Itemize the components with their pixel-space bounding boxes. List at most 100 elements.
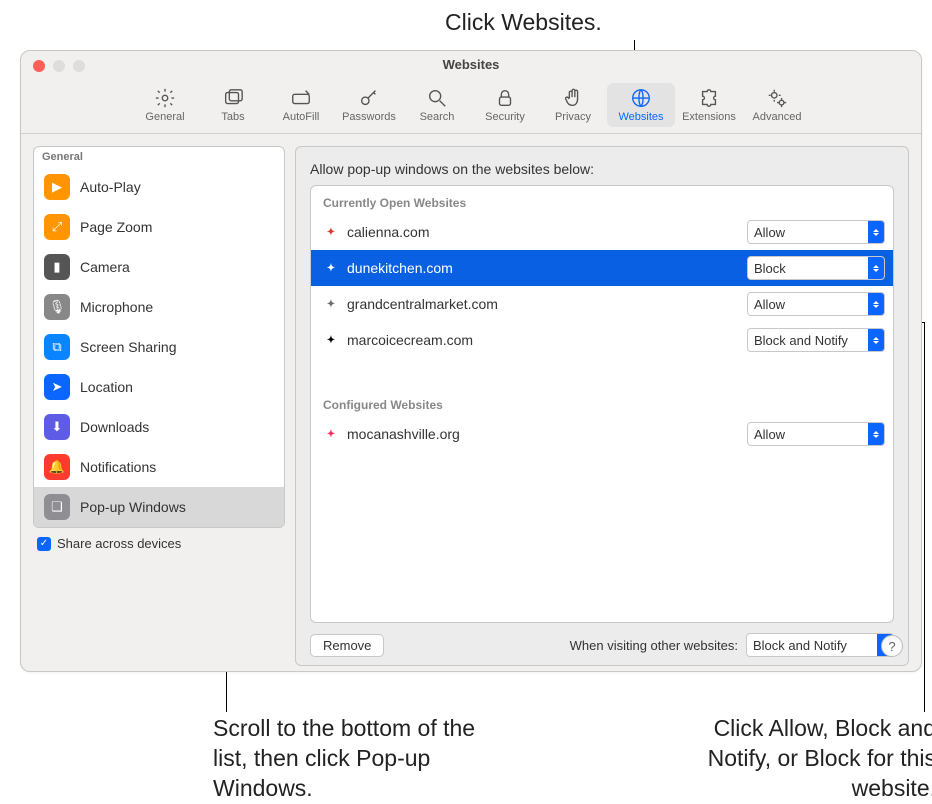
favicon-icon: ✦ [323,260,339,276]
sidebar-item-label: Pop-up Windows [80,499,186,515]
remove-button[interactable]: Remove [310,634,384,657]
toolbar-label: AutoFill [283,111,320,123]
toolbar-privacy[interactable]: Privacy [539,83,607,127]
toolbar-tabs[interactable]: Tabs [199,83,267,127]
window-title: Websites [21,51,921,79]
permission-value: Allow [754,225,785,240]
sidebar-item-downloads[interactable]: ⬇ Downloads [34,407,284,447]
sidebar-item-label: Page Zoom [80,219,152,235]
sidebar-icon: ⬇ [44,414,70,440]
website-row[interactable]: ✦ grandcentralmarket.com Allow [311,286,893,322]
sidebar-icon: ▮ [44,254,70,280]
toolbar-label: Websites [618,111,663,123]
sidebar-item-label: Downloads [80,419,149,435]
toolbar-search[interactable]: Search [403,83,471,127]
favicon-icon: ✦ [323,296,339,312]
toolbar-extensions[interactable]: Extensions [675,83,743,127]
website-name: marcoicecream.com [347,332,739,348]
toolbar-label: Privacy [555,111,591,123]
hand-icon [562,87,584,109]
toolbar-security[interactable]: Security [471,83,539,127]
main-panel: Allow pop-up windows on the websites bel… [295,146,909,666]
sidebar-item-page-zoom[interactable]: ⤢ Page Zoom [34,207,284,247]
toolbar-label: Search [420,111,455,123]
chevron-updown-icon [868,329,884,351]
close-button[interactable] [33,60,45,72]
main-prompt: Allow pop-up windows on the websites bel… [310,161,894,177]
website-name: calienna.com [347,224,739,240]
key-icon [358,87,380,109]
website-name: grandcentralmarket.com [347,296,739,312]
other-websites-value: Block and Notify [753,638,847,653]
toolbar-websites[interactable]: Websites [607,83,675,127]
permission-value: Allow [754,427,785,442]
sidebar-item-screen-sharing[interactable]: ⧉ Screen Sharing [34,327,284,367]
gears-icon [766,87,788,109]
minimize-button[interactable] [53,60,65,72]
sidebar-icon: 🎙 [44,294,70,320]
toolbar-label: General [145,111,184,123]
group-configured-header: Configured Websites [311,388,893,416]
permission-popup[interactable]: Allow [747,422,885,446]
permission-popup[interactable]: Block and Notify [747,328,885,352]
puzzle-icon [698,87,720,109]
sidebar-header: General [34,147,284,167]
toolbar-general[interactable]: General [131,83,199,127]
sidebar-icon: ⤢ [44,214,70,240]
callout-top: Click Websites. [445,8,602,38]
share-label: Share across devices [57,536,181,551]
website-name: mocanashville.org [347,426,739,442]
tabs-icon [222,87,244,109]
sidebar: General ▶Auto-Play ⤢ Page Zoom ▮Camera 🎙 Micr… [33,146,285,528]
toolbar-label: Passwords [342,111,396,123]
window-controls [33,60,85,72]
titlebar: Websites [21,51,921,81]
permission-value: Allow [754,297,785,312]
sidebar-item-label: Notifications [80,459,156,475]
sidebar-item-location[interactable]: ➤ Location [34,367,284,407]
favicon-icon: ✦ [323,332,339,348]
share-across-devices-checkbox[interactable]: ✓ Share across devices [33,528,283,551]
sidebar-item-label: Screen Sharing [80,339,177,355]
sidebar-list[interactable]: ▶Auto-Play ⤢ Page Zoom ▮Camera 🎙 Microphone ⧉ S… [34,167,284,527]
sidebar-icon: ▶ [44,174,70,200]
help-button[interactable]: ? [881,635,903,657]
permission-popup[interactable]: Block [747,256,885,280]
website-row[interactable]: ✦ dunekitchen.com Block [311,250,893,286]
autofill-icon [290,87,312,109]
permission-popup[interactable]: Allow [747,220,885,244]
sidebar-item-label: Microphone [80,299,153,315]
other-websites-popup[interactable]: Block and Notify [746,633,894,657]
group-open-header: Currently Open Websites [311,186,893,214]
checkbox-checked-icon: ✓ [37,537,51,551]
sidebar-item-label: Location [80,379,133,395]
website-row[interactable]: ✦mocanashville.orgAllow [311,416,893,452]
sidebar-item-microphone[interactable]: 🎙 Microphone [34,287,284,327]
toolbar-label: Advanced [753,111,802,123]
sidebar-icon: ➤ [44,374,70,400]
website-row[interactable]: ✦ marcoicecream.com Block and Notify [311,322,893,358]
leader-line [924,322,925,712]
toolbar-passwords[interactable]: Passwords [335,83,403,127]
callout-bottom-left: Scroll to the bottom of the list, then c… [213,714,493,804]
sidebar-icon: ⧉ [44,334,70,360]
toolbar-autofill[interactable]: AutoFill [267,83,335,127]
sidebar-item-notifications[interactable]: 🔔Notifications [34,447,284,487]
website-row[interactable]: ✦calienna.comAllow [311,214,893,250]
gear-icon [154,87,176,109]
permission-popup[interactable]: Allow [747,292,885,316]
callout-bottom-right: Click Allow, Block and Notify, or Block … [676,714,932,804]
search-icon [426,87,448,109]
toolbar-label: Tabs [221,111,244,123]
toolbar-advanced[interactable]: Advanced [743,83,811,127]
chevron-updown-icon [868,221,884,243]
globe-icon [630,87,652,109]
zoom-button[interactable] [73,60,85,72]
website-list[interactable]: Currently Open Websites ✦ calienna.com All… [310,185,894,623]
sidebar-item-auto-play[interactable]: ▶Auto-Play [34,167,284,207]
sidebar-item-pop-up-windows[interactable]: ❏Pop-up Windows [34,487,284,527]
chevron-updown-icon [868,423,884,445]
sidebar-item-camera[interactable]: ▮Camera [34,247,284,287]
website-name: dunekitchen.com [347,260,739,276]
permission-value: Block and Notify [754,333,848,348]
